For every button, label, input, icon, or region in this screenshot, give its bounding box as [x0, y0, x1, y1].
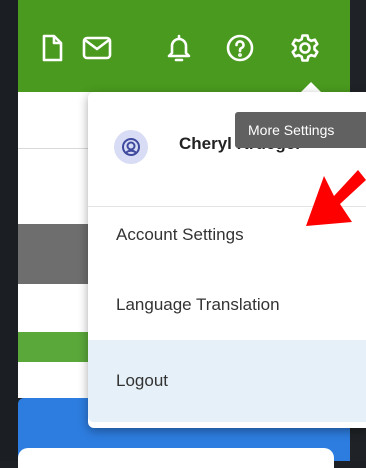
help-icon[interactable]	[224, 32, 256, 64]
mail-icon[interactable]	[80, 32, 114, 64]
menu-item-language-translation[interactable]: Language Translation	[88, 270, 366, 340]
menu-item-label: Account Settings	[116, 225, 244, 244]
menu-item-label: Language Translation	[116, 295, 280, 314]
top-header-bar	[18, 0, 350, 92]
page-panel-2	[18, 284, 92, 332]
gear-icon[interactable]	[288, 32, 322, 64]
avatar-icon	[114, 130, 148, 164]
menu-item-logout[interactable]: Logout	[88, 340, 366, 422]
page-green-bar	[18, 332, 92, 362]
page-gray-bar	[18, 224, 92, 284]
page-panel-3	[18, 362, 92, 398]
settings-tooltip: More Settings	[235, 112, 366, 148]
page-input-area[interactable]	[18, 448, 334, 468]
menu-item-label: Logout	[116, 371, 168, 390]
annotation-arrow-icon	[300, 164, 366, 255]
bell-icon[interactable]	[164, 32, 194, 64]
document-icon[interactable]	[38, 32, 66, 64]
page-divider	[18, 148, 92, 149]
left-edge	[0, 0, 18, 461]
